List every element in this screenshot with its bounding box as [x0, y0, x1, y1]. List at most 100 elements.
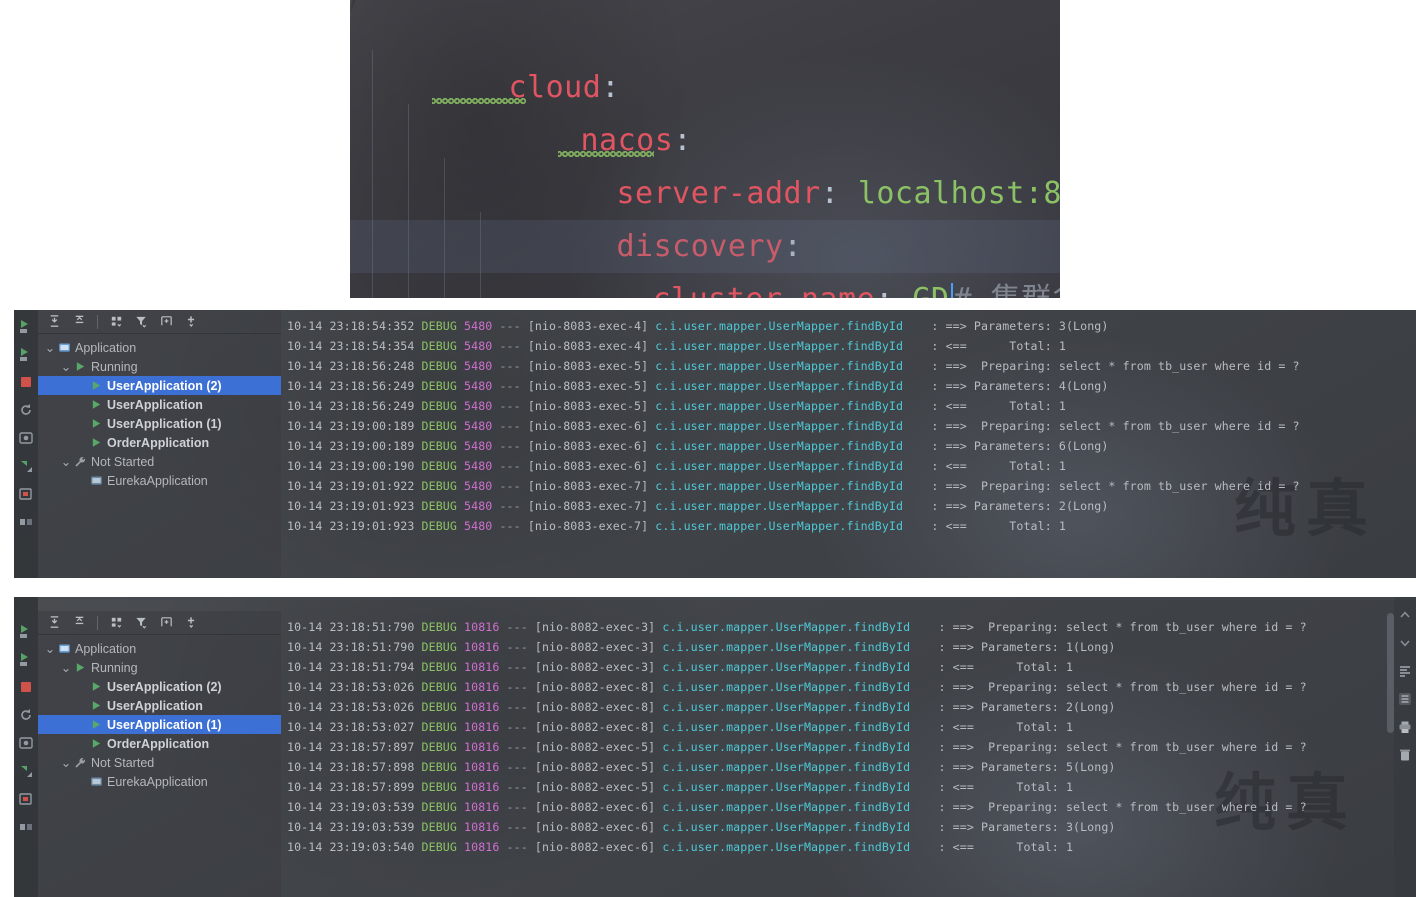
tree-item-user-application[interactable]: UserApplication	[38, 395, 281, 414]
editor-line-0[interactable]: cloud:	[350, 8, 1060, 105]
rerun-icon[interactable]	[18, 318, 34, 334]
tree-node-application[interactable]: ⌄ Application	[38, 338, 281, 357]
log-timestamp: 10-14 23:18:53:026	[287, 700, 415, 714]
run-gutter-toolbar-1[interactable]	[14, 310, 38, 578]
run-icon[interactable]	[18, 651, 34, 667]
vertical-scrollbar[interactable]	[1387, 613, 1394, 733]
run-gutter-toolbar-2[interactable]	[14, 597, 38, 897]
log-timestamp: 10-14 23:18:57:897	[287, 740, 415, 754]
soft-wrap-icon[interactable]	[1398, 663, 1412, 677]
print-icon[interactable]	[1398, 719, 1412, 733]
dump-threads-icon[interactable]	[18, 430, 34, 446]
tree-item-user-application-2[interactable]: UserApplication (2)	[38, 376, 281, 395]
log-message: Preparing: select * from tb_user where i…	[973, 680, 1307, 694]
services-toolbar-1[interactable]	[38, 310, 281, 334]
yaml-editor[interactable]: cloud: nacos: server-addr: localhost:884…	[350, 0, 1060, 298]
tree-label: Running	[91, 660, 138, 675]
collapse-all-icon[interactable]	[69, 312, 89, 332]
services-tree-2[interactable]: ⌄ Application ⌄ Running UserApplication …	[38, 635, 281, 791]
log-level: DEBUG	[421, 359, 457, 373]
log-logger: c.i.user.mapper.UserMapper.findById	[655, 479, 904, 493]
log-dash: ---	[506, 700, 528, 714]
expand-all-icon[interactable]	[44, 613, 64, 633]
add-icon[interactable]	[181, 613, 201, 633]
editor-line-3[interactable]: discovery:	[350, 167, 1060, 264]
layout-icon[interactable]	[18, 514, 34, 530]
console-output-2[interactable]: 10-14 23:18:51:790 DEBUG 10816 --- [nio-…	[281, 597, 1416, 897]
collapse-all-icon[interactable]	[69, 613, 89, 633]
editor-line-2[interactable]: server-addr: localhost:8848	[350, 114, 1060, 211]
dump-threads-icon[interactable]	[18, 735, 34, 751]
log-message: Parameters: 2(Long)	[973, 700, 1116, 714]
chevron-down-icon[interactable]: ⌄	[60, 660, 72, 675]
tree-item-user-application-1[interactable]: UserApplication (1)	[38, 715, 281, 734]
stop-icon[interactable]	[18, 679, 34, 695]
filter-icon[interactable]	[131, 312, 151, 332]
wrench-icon	[72, 757, 88, 769]
exit-icon[interactable]	[18, 486, 34, 502]
tree-label: OrderApplication	[107, 435, 210, 450]
log-pad	[910, 620, 938, 634]
tree-item-user-application[interactable]: UserApplication	[38, 696, 281, 715]
log-message: Preparing: select * from tb_user where i…	[966, 359, 1300, 373]
application-icon	[88, 775, 104, 788]
tree-item-order-application[interactable]: OrderApplication	[38, 734, 281, 753]
services-tree-1[interactable]: ⌄ Application ⌄ Running UserApplication …	[38, 334, 281, 490]
log-logger: c.i.user.mapper.UserMapper.findById	[662, 740, 911, 754]
run-console-panel-2[interactable]: 纯真 ⌄ Application ⌄ Running UserApplicati…	[14, 597, 1416, 897]
add-icon[interactable]	[181, 312, 201, 332]
new-tab-icon[interactable]	[156, 613, 176, 633]
exit-icon[interactable]	[18, 791, 34, 807]
log-timestamp: 10-14 23:18:56:249	[287, 399, 415, 413]
clear-all-icon[interactable]	[1398, 747, 1412, 761]
step-out-icon[interactable]	[18, 458, 34, 474]
scroll-up-icon[interactable]	[1398, 607, 1412, 621]
run-icon[interactable]	[18, 346, 34, 362]
log-level: DEBUG	[421, 680, 457, 694]
tree-item-eureka-application[interactable]: EurekaApplication	[38, 772, 281, 791]
tree-node-running[interactable]: ⌄ Running	[38, 357, 281, 376]
log-dash: ---	[499, 359, 521, 373]
layout-icon[interactable]	[18, 819, 34, 835]
log-dash: ---	[499, 519, 521, 533]
rerun-icon[interactable]	[18, 623, 34, 639]
editor-line-1[interactable]: nacos:	[350, 61, 1060, 158]
restart-icon[interactable]	[18, 402, 34, 418]
application-icon	[88, 474, 104, 487]
tree-item-user-application-1[interactable]: UserApplication (1)	[38, 414, 281, 433]
console-output-1[interactable]: 10-14 23:18:54:352 DEBUG 5480 --- [nio-8…	[281, 310, 1416, 578]
tree-item-eureka-application[interactable]: EurekaApplication	[38, 471, 281, 490]
chevron-down-icon[interactable]: ⌄	[44, 641, 56, 656]
expand-all-icon[interactable]	[44, 312, 64, 332]
services-tree-pane-1[interactable]: ⌄ Application ⌄ Running UserApplication …	[38, 310, 281, 578]
new-tab-icon[interactable]	[156, 312, 176, 332]
tree-node-not-started[interactable]: ⌄ Not Started	[38, 753, 281, 772]
chevron-down-icon[interactable]: ⌄	[60, 359, 72, 374]
scroll-down-icon[interactable]	[1398, 635, 1412, 649]
editor-line-4[interactable]: cluster-name: GD # 集群名称	[350, 220, 1060, 298]
tree-item-user-application-2[interactable]: UserApplication (2)	[38, 677, 281, 696]
console-side-toolbar[interactable]	[1394, 597, 1416, 897]
log-timestamp: 10-14 23:19:01:922	[287, 479, 415, 493]
log-timestamp: 10-14 23:19:01:923	[287, 499, 415, 513]
group-by-icon[interactable]	[106, 613, 126, 633]
filter-icon[interactable]	[131, 613, 151, 633]
tree-node-running[interactable]: ⌄ Running	[38, 658, 281, 677]
services-tree-pane-2[interactable]: ⌄ Application ⌄ Running UserApplication …	[38, 611, 281, 897]
stop-icon[interactable]	[18, 374, 34, 390]
log-pid: 5480	[464, 319, 493, 333]
scroll-to-end-icon[interactable]	[1398, 691, 1412, 705]
restart-icon[interactable]	[18, 707, 34, 723]
group-by-icon[interactable]	[106, 312, 126, 332]
tree-node-application[interactable]: ⌄ Application	[38, 639, 281, 658]
tree-node-not-started[interactable]: ⌄ Not Started	[38, 452, 281, 471]
tree-item-order-application[interactable]: OrderApplication	[38, 433, 281, 452]
step-out-icon[interactable]	[18, 763, 34, 779]
run-console-panel-1[interactable]: 纯真 ⌄ Application ⌄ Running UserApplicati…	[14, 310, 1416, 578]
chevron-down-icon[interactable]: ⌄	[60, 755, 72, 770]
services-toolbar-2[interactable]	[38, 611, 281, 635]
log-thread: [nio-8082-exec-3]	[534, 640, 656, 654]
chevron-down-icon[interactable]: ⌄	[60, 454, 72, 469]
log-timestamp: 10-14 23:18:57:899	[287, 780, 415, 794]
chevron-down-icon[interactable]: ⌄	[44, 340, 56, 355]
